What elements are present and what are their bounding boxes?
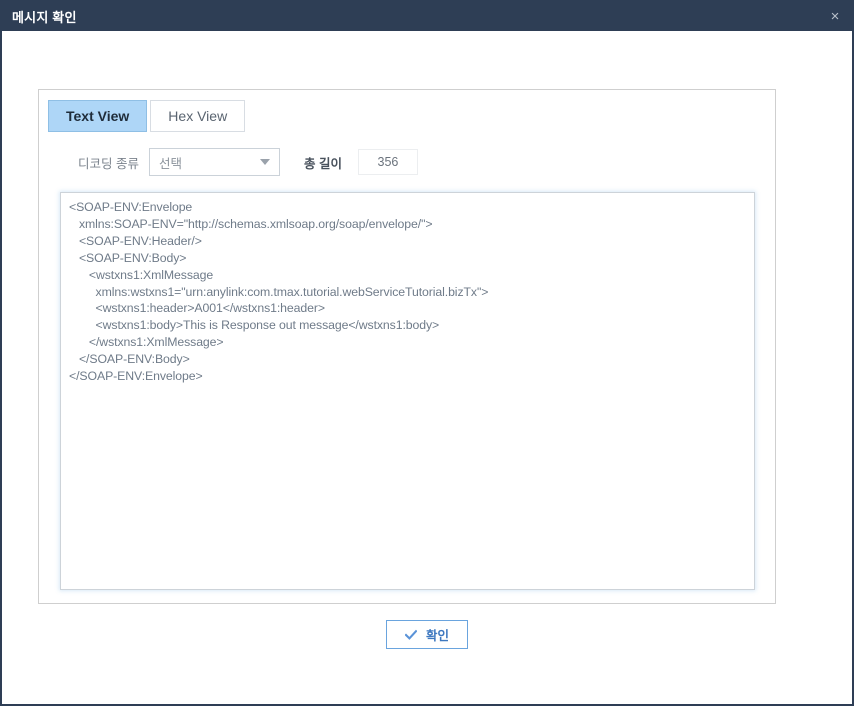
content-panel: Text View Hex View 디코딩 종류 선택 총 길이 356 < xyxy=(38,89,776,604)
message-textarea[interactable]: <SOAP-ENV:Envelope xmlns:SOAP-ENV="http:… xyxy=(60,192,755,590)
message-confirm-dialog: 메시지 확인 × Text View Hex View 디코딩 종류 선택 총 … xyxy=(0,0,854,706)
tab-hex-view[interactable]: Hex View xyxy=(150,100,245,132)
view-tab-bar: Text View Hex View xyxy=(48,100,245,132)
message-content: <SOAP-ENV:Envelope xmlns:SOAP-ENV="http:… xyxy=(69,199,746,385)
tab-text-view[interactable]: Text View xyxy=(48,100,147,132)
dialog-footer: 확인 xyxy=(2,620,852,649)
confirm-button[interactable]: 확인 xyxy=(386,620,468,649)
tab-text-view-label: Text View xyxy=(66,108,129,124)
total-length-field: 356 xyxy=(358,149,418,175)
confirm-button-label: 확인 xyxy=(426,625,449,644)
decoding-type-label: 디코딩 종류 xyxy=(78,153,139,172)
dialog-body: Text View Hex View 디코딩 종류 선택 총 길이 356 < xyxy=(2,31,852,704)
dialog-titlebar: 메시지 확인 × xyxy=(2,2,852,31)
total-length-value: 356 xyxy=(378,155,399,169)
tab-hex-view-label: Hex View xyxy=(168,108,227,124)
dialog-title: 메시지 확인 xyxy=(12,7,77,26)
total-length-label: 총 길이 xyxy=(304,153,342,172)
decoding-type-select[interactable]: 선택 xyxy=(149,148,280,176)
close-icon[interactable]: × xyxy=(827,9,843,25)
controls-row: 디코딩 종류 선택 총 길이 356 xyxy=(39,147,775,177)
decoding-type-value: 선택 xyxy=(159,153,182,172)
chevron-down-icon xyxy=(260,159,270,165)
check-icon xyxy=(405,629,417,641)
